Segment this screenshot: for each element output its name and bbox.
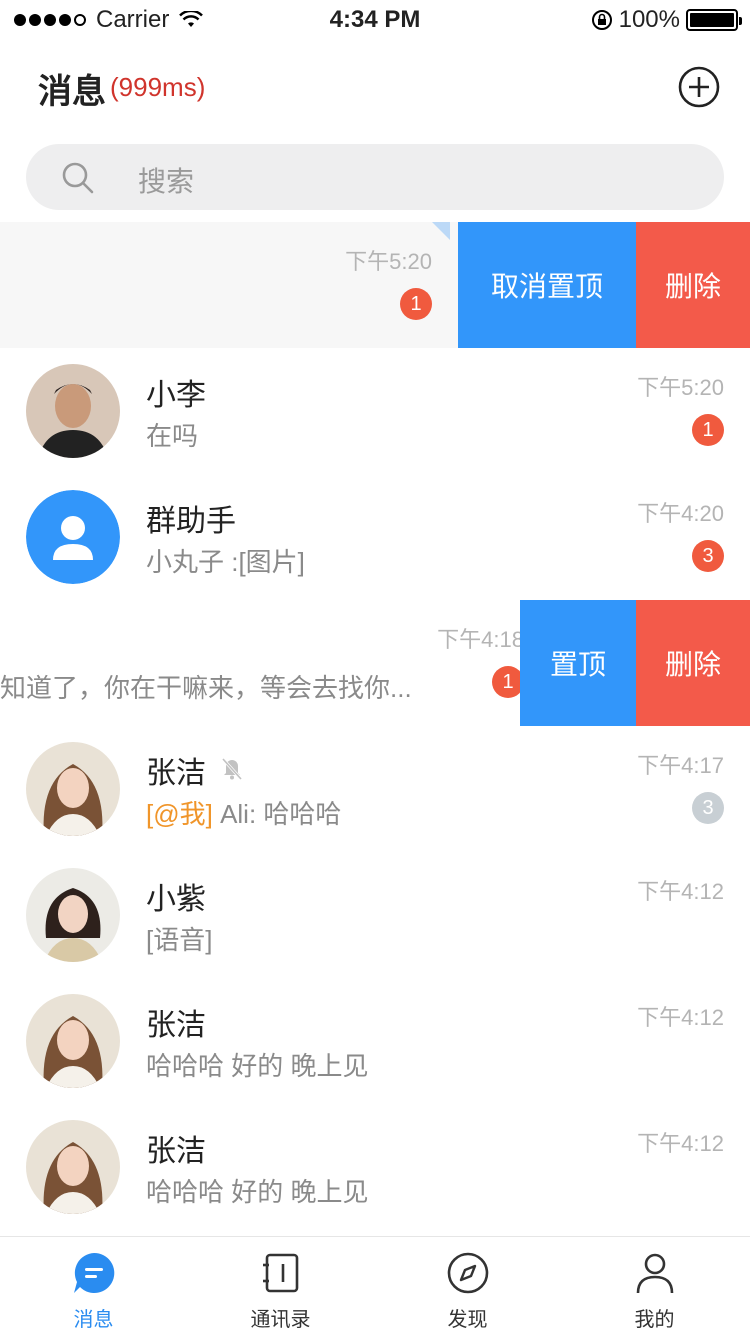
message-time: 下午4:12 — [637, 1131, 724, 1156]
message-preview: 知道了，你在干嘛来，等会去找你... — [0, 673, 412, 703]
message-preview: [@我] Ali: 哈哈哈 — [146, 794, 341, 831]
battery-percent: 100% — [618, 6, 680, 33]
tab-label: 消息 — [73, 1309, 114, 1331]
conversation-row[interactable]: 小李 在吗 下午5:20 1 — [0, 348, 750, 474]
contacts-book-icon — [263, 1253, 299, 1293]
tab-label: 发现 — [447, 1309, 488, 1331]
tab-label: 通讯录 — [250, 1309, 311, 1331]
message-preview: 小丸子 :[图片] — [146, 547, 305, 577]
unread-badge: 3 — [692, 540, 724, 572]
message-time: 下午4:18 — [437, 627, 524, 652]
pin-button[interactable]: 置顶 — [520, 600, 636, 726]
message-text: Ali: 哈哈哈 — [212, 799, 342, 829]
pin-marker — [432, 222, 450, 240]
compass-icon — [447, 1252, 489, 1294]
status-bar: Carrier 4:34 PM 100% — [0, 0, 750, 40]
add-button[interactable] — [678, 66, 720, 108]
search-bar[interactable]: 搜索 — [26, 144, 724, 210]
mute-bell-icon — [221, 757, 243, 781]
message-time: 下午5:20 — [345, 249, 432, 274]
unread-badge: 1 — [400, 288, 432, 320]
conversation-row[interactable]: 张洁 哈哈哈 好的 晚上见 下午4:12 — [0, 978, 750, 1104]
avatar — [26, 994, 120, 1088]
unread-badge: 1 — [692, 414, 724, 446]
delete-button[interactable]: 删除 — [636, 222, 750, 348]
row-content: 小李 在吗 下午5:20 1 — [0, 348, 750, 474]
contact-name: 张洁 — [146, 1135, 206, 1168]
contact-name: 小李 — [146, 379, 206, 412]
row-content: 群助手 小丸子 :[图片] 下午4:20 3 — [0, 474, 750, 600]
message-time: 下午4:12 — [637, 1005, 724, 1030]
avatar — [26, 868, 120, 962]
message-time: 下午4:20 — [637, 501, 724, 526]
message-time: 下午4:12 — [637, 879, 724, 904]
conversation-row-pinned[interactable]: 下午5:20 1 取消置顶 删除 — [0, 222, 750, 348]
search-placeholder: 搜索 — [138, 166, 195, 197]
contact-name: 张洁 — [146, 757, 206, 790]
person-icon — [636, 1253, 674, 1294]
message-preview: 在吗 — [146, 421, 199, 451]
contact-name: 群助手 — [146, 505, 236, 538]
contact-name: 张洁 — [146, 1009, 206, 1042]
mention-tag: [@我] — [146, 799, 213, 829]
avatar — [26, 742, 120, 836]
tab-discover[interactable]: 发现 — [374, 1237, 561, 1334]
message-time: 下午4:17 — [637, 753, 724, 778]
tab-label: 我的 — [634, 1309, 675, 1331]
row-content: 张洁 [@我] Ali: 哈哈哈 下午4:17 3 — [0, 726, 750, 852]
row-content: 张洁 哈哈哈 好的 晚上见 下午4:12 — [0, 978, 750, 1104]
message-preview: 哈哈哈 好的 晚上见 — [146, 1177, 369, 1207]
latency-label: (999ms) — [110, 72, 206, 102]
conversation-row[interactable]: 小紫 [语音] 下午4:12 — [0, 852, 750, 978]
row-content: 小紫 [语音] 下午4:12 — [0, 852, 750, 978]
conversation-row[interactable]: 张洁 哈哈哈 好的 晚上见 下午4:12 — [0, 1104, 750, 1230]
search-icon — [62, 162, 94, 194]
delete-button[interactable]: 删除 — [636, 600, 750, 726]
unpin-button[interactable]: 取消置顶 — [458, 222, 636, 348]
chat-bubble-icon — [74, 1252, 115, 1293]
tab-bar: 消息 通讯录 发现 我的 — [0, 1236, 750, 1334]
group-assistant-avatar-icon — [26, 490, 120, 584]
row-content: 下午5:20 1 — [0, 222, 458, 348]
tab-contacts[interactable]: 通讯录 — [187, 1237, 374, 1334]
tab-me[interactable]: 我的 — [561, 1237, 748, 1334]
avatar — [26, 1120, 120, 1214]
tab-messages[interactable]: 消息 — [0, 1237, 187, 1334]
message-preview: [语音] — [146, 925, 213, 955]
unread-badge: 3 — [692, 792, 724, 824]
avatar — [26, 364, 120, 458]
conversation-row[interactable]: 张洁 [@我] Ali: 哈哈哈 下午4:17 3 — [0, 726, 750, 852]
message-time: 下午5:20 — [637, 375, 724, 400]
battery-icon — [686, 9, 742, 31]
status-right: 100% — [591, 6, 742, 34]
message-preview: 哈哈哈 好的 晚上见 — [146, 1051, 369, 1081]
conversation-row[interactable]: 知道了，你在干嘛来，等会去找你... 下午4:18 1 置顶 删除 — [0, 600, 750, 726]
contact-name: 小紫 — [146, 883, 206, 916]
conversation-row[interactable]: 群助手 小丸子 :[图片] 下午4:20 3 — [0, 474, 750, 600]
row-content: 知道了，你在干嘛来，等会去找你... 下午4:18 1 — [0, 600, 524, 726]
page-title: 消息 — [38, 73, 106, 111]
rotation-lock-icon — [591, 10, 612, 30]
page-header: 消息 (999ms) — [0, 40, 750, 136]
row-content: 张洁 哈哈哈 好的 晚上见 下午4:12 — [0, 1104, 750, 1230]
